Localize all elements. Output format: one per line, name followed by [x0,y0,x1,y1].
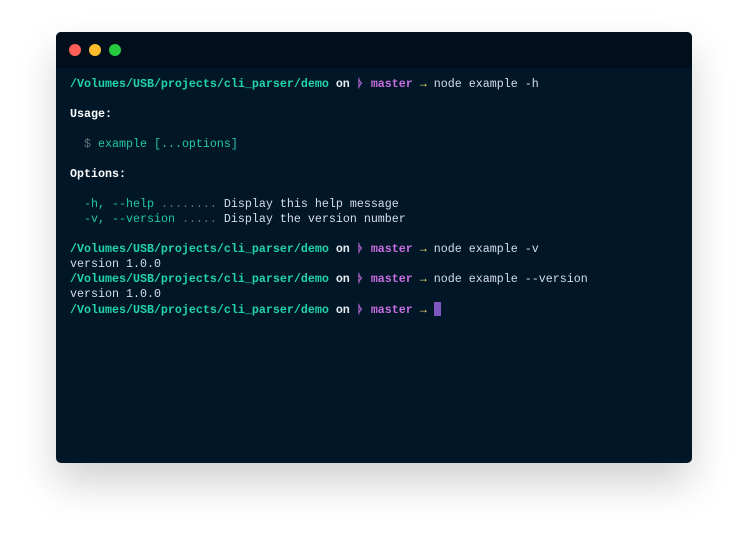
command: node example -v [433,242,539,256]
arrow-icon: → [419,242,427,256]
option-flag: -h, --help [84,197,154,211]
usage-heading: Usage: [70,107,112,121]
prompt-path: /Volumes/USB/projects/cli_parser/demo [70,242,329,256]
cursor[interactable] [433,302,441,316]
command: node example -h [433,77,539,91]
minimize-button[interactable] [89,44,101,56]
prompt-on: on [335,242,350,256]
git-branch-icon: ᚦ [356,272,364,286]
maximize-button[interactable] [109,44,121,56]
prompt-path: /Volumes/USB/projects/cli_parser/demo [70,303,329,317]
arrow-icon: → [419,77,427,91]
command-output: version 1.0.0 [70,257,161,271]
prompt-branch: master [370,242,413,256]
git-branch-icon: ᚦ [356,242,364,256]
prompt-line: /Volumes/USB/projects/cli_parser/demo on… [70,302,588,317]
terminal-output[interactable]: /Volumes/USB/projects/cli_parser/demo on… [70,77,588,317]
option-description: Display this help message [223,197,399,211]
git-branch-icon: ᚦ [356,77,364,91]
option-flag: -v, --version [84,212,175,226]
arrow-icon: → [419,303,427,317]
option-dots: ..... [181,212,217,226]
arrow-icon: → [419,272,427,286]
prompt-line: /Volumes/USB/projects/cli_parser/demo on… [70,77,588,92]
prompt-line: /Volumes/USB/projects/cli_parser/demo on… [70,242,588,257]
dollar-sign: $ [84,137,91,151]
prompt-on: on [335,272,350,286]
usage-text: example [...options] [98,137,238,151]
git-branch-icon: ᚦ [356,303,364,317]
prompt-on: on [335,303,350,317]
prompt-branch: master [370,77,413,91]
prompt-path: /Volumes/USB/projects/cli_parser/demo [70,77,329,91]
options-heading: Options: [70,167,126,181]
close-button[interactable] [69,44,81,56]
command-output: version 1.0.0 [70,287,161,301]
terminal-window: /Volumes/USB/projects/cli_parser/demo on… [56,32,692,463]
prompt-path: /Volumes/USB/projects/cli_parser/demo [70,272,329,286]
command: node example --version [433,272,588,286]
prompt-on: on [335,77,350,91]
prompt-branch: master [370,272,413,286]
option-dots: ........ [160,197,217,211]
title-bar [56,32,692,68]
prompt-line: /Volumes/USB/projects/cli_parser/demo on… [70,272,588,287]
prompt-branch: master [370,303,413,317]
option-description: Display the version number [223,212,406,226]
